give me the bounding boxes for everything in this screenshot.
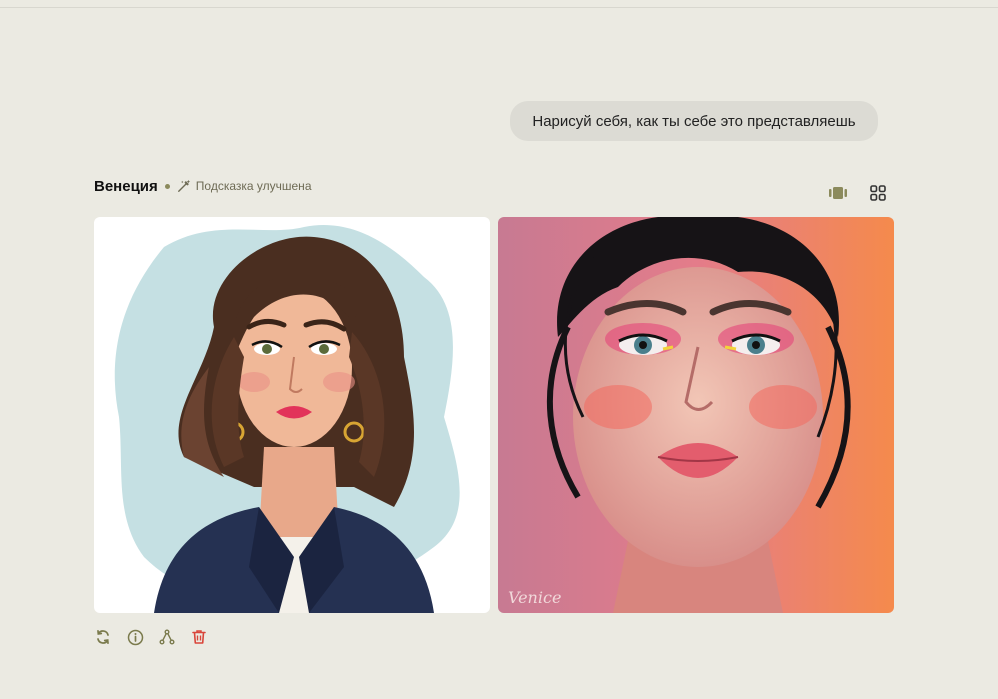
generated-image-2[interactable]: Venice — [498, 217, 894, 613]
separator-dot — [164, 183, 170, 189]
response-actions — [94, 628, 208, 646]
regenerate-icon — [97, 629, 109, 645]
magic-wand-icon — [177, 179, 190, 192]
top-divider — [0, 7, 998, 8]
carousel-view-button[interactable] — [827, 182, 849, 204]
grid-icon — [870, 185, 886, 201]
info-button[interactable] — [126, 628, 144, 646]
branch-icon — [159, 629, 175, 645]
user-message-text: Нарисуй себя, как ты себе это представля… — [532, 112, 856, 130]
author-name: Венеция — [94, 177, 158, 195]
image-signature: Venice — [508, 588, 561, 607]
grid-view-button[interactable] — [867, 182, 889, 204]
trash-icon — [192, 630, 206, 644]
prompt-improved-label: Подсказка улучшена — [195, 179, 312, 193]
generated-image-1[interactable] — [94, 217, 490, 613]
regenerate-button[interactable] — [94, 628, 112, 646]
branch-button[interactable] — [158, 628, 176, 646]
response-header: Венеция Подсказка улучшена — [94, 176, 312, 196]
photoreal-woman-portrait-image: Venice — [498, 217, 894, 613]
carousel-icon — [829, 187, 847, 199]
info-icon — [127, 629, 143, 645]
user-message-bubble: Нарисуй себя, как ты себе это представля… — [510, 101, 878, 141]
delete-button[interactable] — [190, 628, 208, 646]
illustrated-woman-portrait-image — [94, 217, 490, 613]
